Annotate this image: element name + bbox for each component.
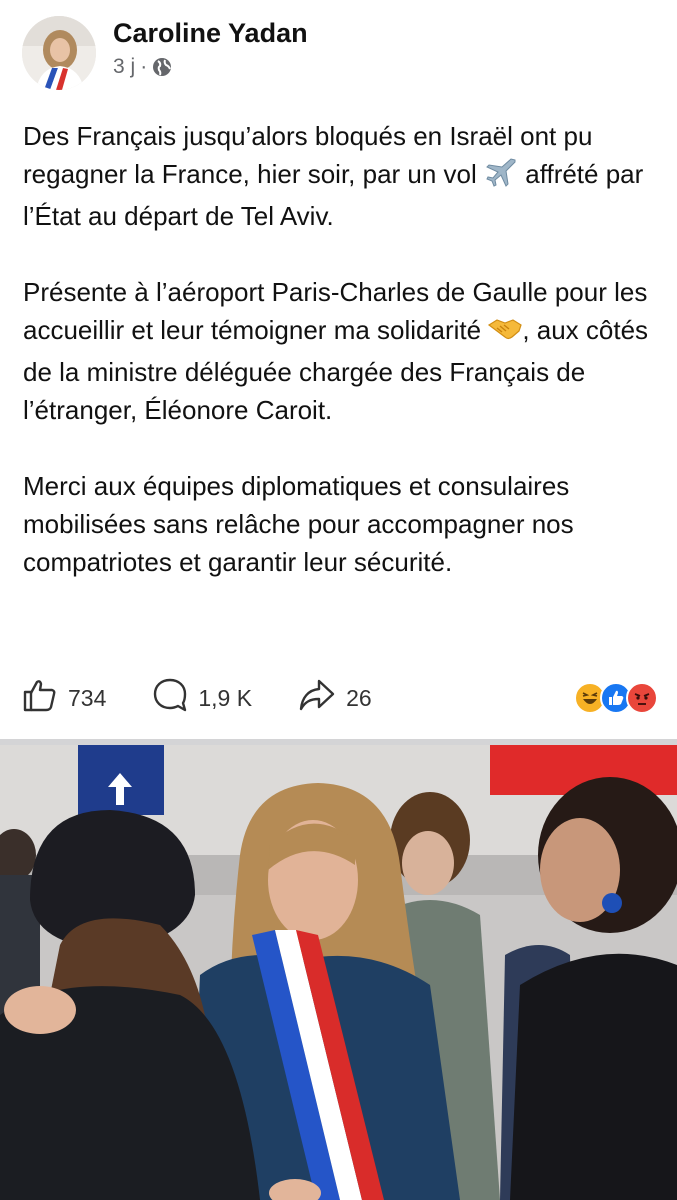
like-count: 734: [68, 684, 107, 711]
angry-emoji: [626, 682, 658, 714]
post-time[interactable]: 3 j: [113, 54, 135, 80]
post-meta: 3 j ·: [113, 54, 308, 80]
globe-icon: [152, 57, 172, 77]
comment-icon: [152, 677, 198, 719]
meta-separator: ·: [140, 55, 148, 78]
author-block: Caroline Yadan 3 j ·: [113, 16, 308, 80]
post-body: Des Français jusqu’alors bloqués en Isra…: [23, 117, 663, 581]
comment-button[interactable]: 1,9 K: [152, 677, 252, 719]
handshake-emoji: [488, 315, 523, 353]
share-count: 26: [346, 684, 372, 711]
post-header: Caroline Yadan 3 j ·: [22, 16, 308, 90]
post-paragraph: Présente à l’aéroport Paris-Charles de G…: [23, 273, 663, 429]
facebook-post: Caroline Yadan 3 j · Des Français jusqu’…: [0, 0, 677, 1200]
share-icon: [298, 677, 346, 719]
airplane-emoji: [484, 157, 518, 197]
like-button[interactable]: 734: [22, 677, 106, 719]
post-paragraph: Des Français jusqu’alors bloqués en Isra…: [23, 117, 663, 235]
post-photo[interactable]: [0, 745, 677, 1200]
reactions-summary[interactable]: [574, 682, 658, 714]
post-paragraph: Merci aux équipes diplomatiques et consu…: [23, 471, 581, 577]
author-name[interactable]: Caroline Yadan: [113, 16, 308, 50]
share-button[interactable]: 26: [298, 677, 372, 719]
thumbs-up-icon: [22, 677, 68, 719]
avatar[interactable]: [22, 16, 96, 90]
action-bar: 734 1,9 K 26: [22, 676, 658, 720]
comment-count: 1,9 K: [198, 684, 253, 711]
